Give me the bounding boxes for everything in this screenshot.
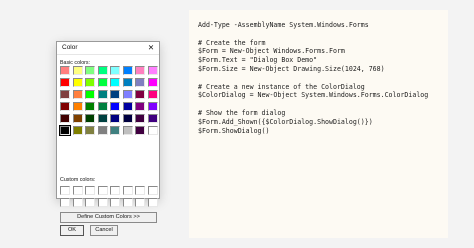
code-line: # Show the form dialog: [198, 108, 286, 117]
custom-colors-label: Custom colors:: [60, 177, 96, 183]
basic-colors-grid: [59, 66, 158, 136]
basic-color-swatch[interactable]: [110, 126, 120, 135]
basic-color-swatch[interactable]: [72, 66, 83, 75]
basic-color-swatch[interactable]: [59, 125, 71, 136]
basic-color-swatch[interactable]: [147, 90, 158, 99]
basic-color-swatch[interactable]: [147, 66, 158, 75]
basic-color-swatch[interactable]: [72, 90, 83, 99]
basic-color-swatch[interactable]: [85, 102, 95, 111]
custom-color-swatch[interactable]: [110, 186, 120, 195]
ok-button[interactable]: OK: [60, 225, 84, 236]
basic-color-swatch[interactable]: [110, 114, 120, 123]
basic-color-swatch[interactable]: [97, 102, 108, 111]
basic-color-swatch[interactable]: [135, 102, 145, 111]
custom-color-swatch[interactable]: [147, 186, 158, 195]
basic-color-swatch[interactable]: [110, 102, 120, 111]
custom-color-swatch[interactable]: [85, 186, 95, 195]
basic-color-swatch[interactable]: [85, 126, 95, 135]
code-line: $Form.Text = "Dialog Box Demo": [198, 56, 318, 65]
basic-color-swatch[interactable]: [72, 102, 83, 111]
basic-color-swatch[interactable]: [147, 126, 158, 135]
custom-color-swatch[interactable]: [72, 186, 83, 195]
code-line: $Form.Size = New-Object Drawing.Size(102…: [198, 64, 385, 73]
basic-color-swatch[interactable]: [122, 126, 133, 135]
basic-color-swatch[interactable]: [60, 90, 70, 99]
code-line: # Create the form: [198, 38, 266, 47]
basic-color-swatch[interactable]: [135, 66, 145, 75]
custom-color-swatch[interactable]: [60, 186, 70, 195]
code-line: $Form = New-Object Windows.Forms.Form: [198, 47, 345, 56]
basic-color-swatch[interactable]: [122, 90, 133, 99]
custom-color-swatch[interactable]: [97, 186, 108, 195]
basic-color-swatch[interactable]: [97, 126, 108, 135]
custom-color-swatch[interactable]: [72, 198, 83, 207]
basic-color-swatch[interactable]: [72, 78, 83, 87]
custom-color-swatch[interactable]: [97, 198, 108, 207]
basic-color-swatch[interactable]: [60, 66, 70, 75]
custom-colors-grid: [60, 186, 158, 207]
basic-color-swatch[interactable]: [122, 66, 133, 75]
basic-color-swatch[interactable]: [97, 78, 108, 87]
basic-color-swatch[interactable]: [97, 114, 108, 123]
powershell-code-block: Add-Type -AssemblyName System.Windows.Fo…: [198, 21, 428, 135]
custom-color-swatch[interactable]: [135, 198, 145, 207]
basic-color-swatch[interactable]: [60, 102, 70, 111]
custom-color-swatch[interactable]: [135, 186, 145, 195]
code-line: # Create a new instance of the ColorDial…: [198, 82, 365, 91]
basic-color-swatch[interactable]: [135, 114, 145, 123]
basic-color-swatch[interactable]: [85, 78, 95, 87]
custom-color-swatch[interactable]: [85, 198, 95, 207]
custom-color-swatch[interactable]: [147, 198, 158, 207]
custom-color-swatch[interactable]: [60, 198, 70, 207]
basic-color-swatch[interactable]: [110, 90, 120, 99]
basic-color-swatch[interactable]: [85, 90, 95, 99]
cancel-button[interactable]: Cancel: [90, 225, 118, 236]
code-panel: Add-Type -AssemblyName System.Windows.Fo…: [189, 10, 448, 238]
basic-color-swatch[interactable]: [147, 102, 158, 111]
basic-color-swatch[interactable]: [122, 78, 133, 87]
basic-color-swatch[interactable]: [147, 114, 158, 123]
basic-color-swatch[interactable]: [60, 114, 70, 123]
basic-color-swatch[interactable]: [135, 78, 145, 87]
code-line: $Form.Add_Shown({$ColorDialog.ShowDialog…: [198, 117, 373, 126]
basic-color-swatch[interactable]: [147, 78, 158, 87]
basic-color-swatch[interactable]: [97, 66, 108, 75]
basic-color-swatch[interactable]: [135, 90, 145, 99]
basic-color-swatch[interactable]: [122, 114, 133, 123]
close-icon[interactable]: ✕: [146, 43, 156, 53]
basic-color-swatch[interactable]: [72, 114, 83, 123]
basic-color-swatch[interactable]: [72, 126, 83, 135]
code-line: $ColorDialog = New-Object System.Windows…: [198, 91, 429, 100]
color-dialog: Color ✕ Basic colors: Custom colors: Def…: [56, 41, 160, 236]
custom-color-swatch[interactable]: [122, 186, 133, 195]
basic-color-swatch[interactable]: [85, 66, 95, 75]
custom-color-swatch[interactable]: [122, 198, 133, 207]
basic-color-swatch[interactable]: [135, 126, 145, 135]
define-custom-colors-button[interactable]: Define Custom Colors >>: [60, 212, 157, 223]
code-line: Add-Type -AssemblyName System.Windows.Fo…: [198, 21, 369, 29]
basic-color-swatch[interactable]: [122, 102, 133, 111]
dialog-titlebar[interactable]: Color ✕: [57, 42, 159, 55]
basic-color-swatch[interactable]: [110, 78, 120, 87]
basic-color-swatch[interactable]: [97, 90, 108, 99]
basic-color-swatch[interactable]: [60, 78, 70, 87]
code-line: $Form.ShowDialog(): [198, 126, 270, 135]
dialog-title: Color: [62, 44, 78, 51]
basic-color-swatch[interactable]: [85, 114, 95, 123]
custom-color-swatch[interactable]: [110, 198, 120, 207]
basic-color-swatch[interactable]: [110, 66, 120, 75]
